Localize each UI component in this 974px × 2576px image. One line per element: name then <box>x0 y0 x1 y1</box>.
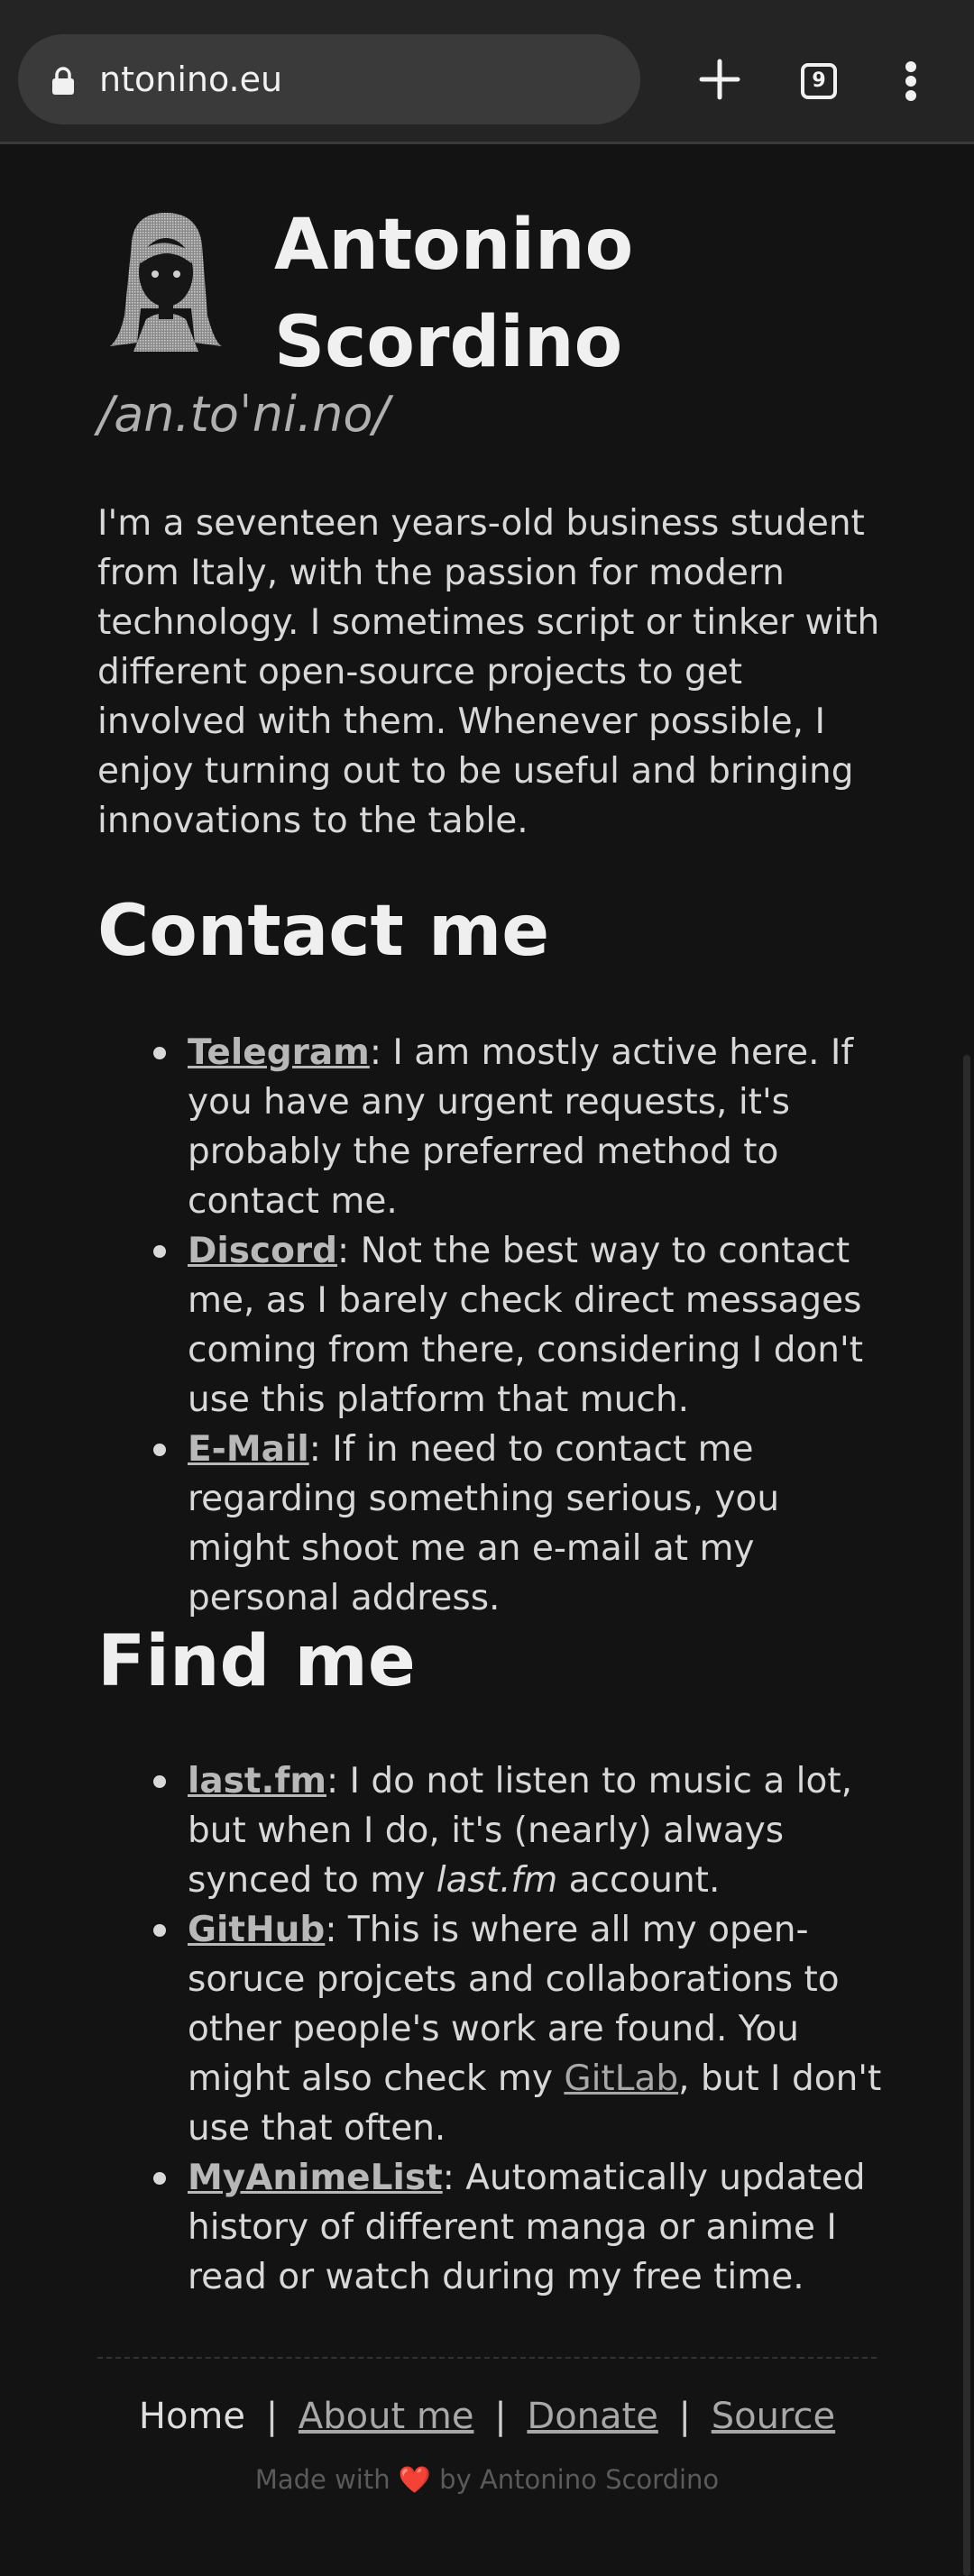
browser-toolbar: ntonino.eu 9 <box>0 0 974 144</box>
email-link[interactable]: E-Mail <box>188 1429 309 1470</box>
plus-icon <box>699 59 740 100</box>
footer-divider <box>97 2357 877 2359</box>
donate-link[interactable]: Donate <box>527 2396 657 2437</box>
lastfm-description-end: account. <box>557 1860 721 1901</box>
list-item: Discord: Not the best way to contact me,… <box>153 1226 891 1425</box>
more-menu-button[interactable] <box>884 45 938 114</box>
footer-credit: Made with ❤️ by Antonino Scordino <box>0 2464 974 2496</box>
heart-icon: ❤️ <box>398 2464 431 2495</box>
list-item: Telegram: I am mostly active here. If yo… <box>153 1028 891 1226</box>
list-item: MyAnimeList: Automatically updated histo… <box>153 2153 891 2302</box>
tab-switcher-button[interactable]: 9 <box>783 45 851 114</box>
source-link[interactable]: Source <box>712 2396 835 2437</box>
name-first: Antonino <box>274 205 634 286</box>
contact-heading: Contact me <box>97 891 550 972</box>
nav-separator: | <box>265 2396 279 2437</box>
find-heading: Find me <box>97 1621 416 1702</box>
myanimelist-link[interactable]: MyAnimeList <box>188 2158 443 2198</box>
url-text: ntonino.eu <box>99 60 283 99</box>
footer-nav: Home | About me | Donate | Source <box>0 2396 974 2437</box>
tab-count: 9 <box>801 63 837 99</box>
avatar <box>110 213 222 352</box>
contact-list: Telegram: I am mostly active here. If yo… <box>153 1028 891 1623</box>
telegram-link[interactable]: Telegram <box>188 1032 370 1073</box>
phonetic-transcription: /an.toˈni.no/ <box>97 386 390 443</box>
discord-link[interactable]: Discord <box>188 1231 337 1271</box>
credit-prefix: Made with <box>254 2464 391 2495</box>
bio-paragraph: I'm a seventeen years-old business stude… <box>97 503 880 841</box>
credit-suffix: by Antonino Scordino <box>439 2464 720 2495</box>
list-item: last.fm: I do not listen to music a lot,… <box>153 1756 891 1905</box>
gitlab-link[interactable]: GitLab <box>564 2058 678 2099</box>
menu-dot-icon <box>905 61 916 72</box>
page-title: Antonino Scordino <box>274 197 633 391</box>
list-item: E-Mail: If in need to contact me regardi… <box>153 1425 891 1623</box>
lastfm-italic: last.fm <box>436 1860 558 1901</box>
lastfm-link[interactable]: last.fm <box>188 1761 326 1801</box>
home-link[interactable]: Home <box>139 2396 245 2437</box>
github-link[interactable]: GitHub <box>188 1910 325 1950</box>
lock-icon <box>52 67 74 95</box>
page-content: Antonino Scordino /an.toˈni.no/ I'm a se… <box>97 144 882 2297</box>
scrollbar[interactable] <box>963 1055 970 2576</box>
name-last: Scordino <box>274 302 623 383</box>
new-tab-button[interactable] <box>685 45 754 114</box>
nav-separator: | <box>494 2396 507 2437</box>
about-link[interactable]: About me <box>299 2396 474 2437</box>
list-item: GitHub: This is where all my open-soruce… <box>153 1905 891 2153</box>
menu-dot-icon <box>905 90 916 101</box>
address-bar[interactable]: ntonino.eu <box>18 34 640 124</box>
menu-dot-icon <box>905 76 916 87</box>
nav-separator: | <box>678 2396 692 2437</box>
find-list: last.fm: I do not listen to music a lot,… <box>153 1756 891 2302</box>
profile-header: Antonino Scordino <box>97 144 882 383</box>
